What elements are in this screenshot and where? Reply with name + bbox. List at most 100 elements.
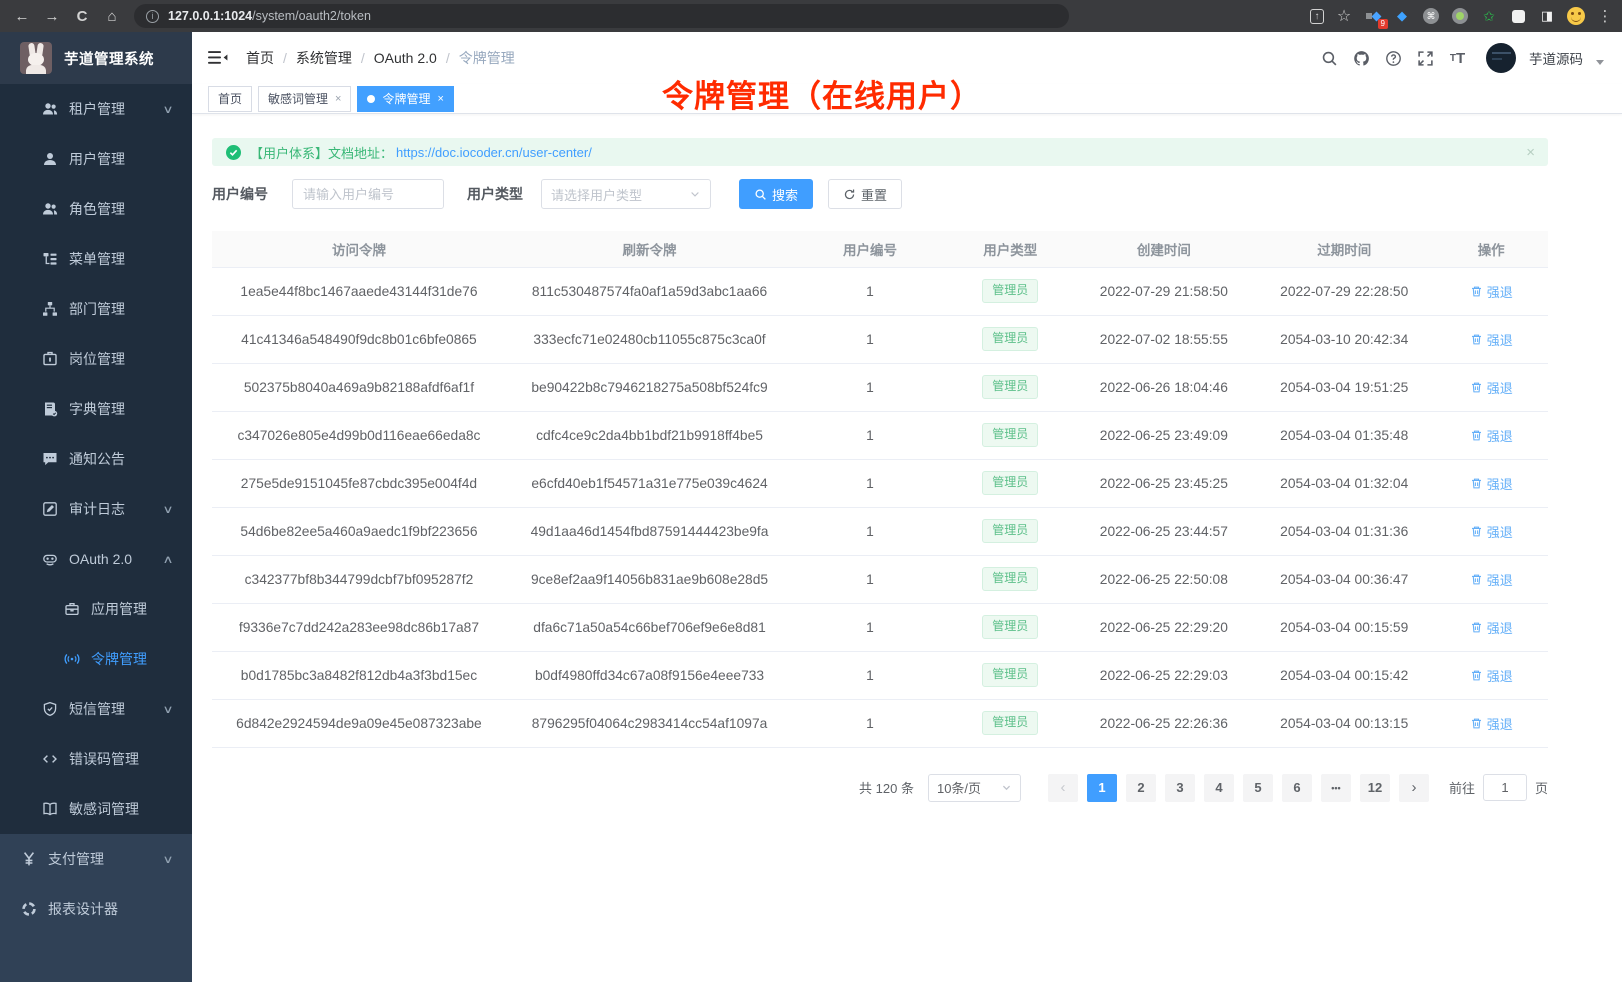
record-extension-icon[interactable]	[1451, 7, 1469, 25]
sidebar-item-role-management[interactable]: 角色管理	[0, 184, 192, 234]
doc-alert: 【用户体系】文档地址： https://doc.iocoder.cn/user-…	[212, 138, 1548, 166]
prev-page-button[interactable]: ‹	[1048, 774, 1078, 802]
yen-icon	[21, 851, 37, 867]
close-icon[interactable]: ×	[335, 93, 341, 105]
sidebar-item-error-code-management[interactable]: 错误码管理	[0, 734, 192, 784]
page-button-6[interactable]: 6	[1282, 774, 1312, 802]
extension-icon[interactable]: 9	[1364, 7, 1382, 25]
breadcrumb-oauth2[interactable]: OAuth 2.0	[374, 50, 437, 66]
user-type-cell: 管理员	[947, 699, 1074, 747]
sidebar-item-app-management[interactable]: 应用管理	[0, 584, 192, 634]
help-icon[interactable]	[1384, 49, 1403, 68]
table-row: 54d6be82ee5a460a9aedc1f9bf22365649d1aa46…	[212, 507, 1548, 555]
create-time-cell: 2022-06-25 23:49:09	[1074, 411, 1254, 459]
alert-close-icon[interactable]: ×	[1526, 144, 1535, 161]
sidebar-item-post-management[interactable]: 岗位管理	[0, 334, 192, 384]
force-logout-button[interactable]: 强退	[1470, 522, 1513, 541]
sidebar-submenu: 租户管理∨ 用户管理角色管理菜单管理部门管理岗位管理字典管理通知公告审计日志∨OA…	[0, 84, 192, 834]
sidebar-item-audit-log[interactable]: 审计日志∨	[0, 484, 192, 534]
star-extension-icon[interactable]: ✩	[1480, 7, 1498, 25]
bookmark-star-icon[interactable]: ☆	[1335, 7, 1353, 25]
sidebar-item-sensitive-word-management[interactable]: 敏感词管理	[0, 784, 192, 834]
browser-home-button[interactable]: ⌂	[98, 4, 126, 28]
id-card-icon	[42, 351, 58, 367]
sidebar-item-report-designer[interactable]: 报表设计器	[0, 884, 192, 934]
sidebar-item-oauth2[interactable]: OAuth 2.0∧	[0, 534, 192, 584]
close-icon[interactable]: ×	[437, 93, 443, 105]
create-time-cell: 2022-06-25 22:50:08	[1074, 555, 1254, 603]
username[interactable]: 芋道源码	[1529, 48, 1583, 68]
app-logo[interactable]: 芋道管理系统	[0, 32, 192, 84]
puzzle-extensions-icon[interactable]	[1509, 7, 1527, 25]
force-logout-button[interactable]: 强退	[1470, 714, 1513, 733]
sidebar-item-user-management[interactable]: 用户管理	[0, 134, 192, 184]
table-row: 275e5de9151045fe87cbdc395e004f4de6cfd40e…	[212, 459, 1548, 507]
sidebar-item-token-management[interactable]: 令牌管理	[0, 634, 192, 684]
open-book-icon	[42, 801, 58, 817]
user-type-select[interactable]: 请选择用户类型	[541, 179, 711, 209]
next-page-button[interactable]: ›	[1399, 774, 1429, 802]
tab-home[interactable]: 首页	[208, 86, 252, 112]
action-cell: 强退	[1434, 507, 1548, 555]
sidebar-item-payment-management[interactable]: 支付管理∨	[0, 834, 192, 884]
sidebar-item-menu-management[interactable]: 菜单管理	[0, 234, 192, 284]
breadcrumb-system[interactable]: 系统管理	[296, 48, 352, 68]
sidebar-item-label: 角色管理	[69, 199, 125, 219]
edit-square-icon	[42, 501, 58, 517]
search-button[interactable]: 搜索	[739, 179, 813, 209]
browser-menu-icon[interactable]: ⋮	[1596, 7, 1614, 25]
pager-ellipsis[interactable]: •••	[1321, 774, 1351, 802]
command-extension-icon[interactable]: ⌘	[1422, 7, 1440, 25]
sidebar-item-dict-management[interactable]: 字典管理	[0, 384, 192, 434]
access-token-cell: b0d1785bc3a8482f812db4a3f3bd15ec	[212, 651, 506, 699]
page-button-2[interactable]: 2	[1126, 774, 1156, 802]
tab-sensitive-word[interactable]: 敏感词管理×	[258, 86, 351, 112]
browser-forward-button[interactable]: →	[38, 4, 66, 28]
browser-back-button[interactable]: ←	[8, 4, 36, 28]
profile-avatar[interactable]	[1567, 7, 1585, 25]
force-logout-button[interactable]: 强退	[1470, 618, 1513, 637]
page-button-12[interactable]: 12	[1360, 774, 1390, 802]
url-host: 127.0.0.1:1024	[168, 9, 252, 23]
page-button-5[interactable]: 5	[1243, 774, 1273, 802]
share-icon[interactable]: ↑	[1310, 9, 1324, 24]
force-logout-button[interactable]: 强退	[1470, 474, 1513, 493]
browser-reload-button[interactable]: C	[68, 4, 96, 28]
sidebar-item-notice-announcement[interactable]: 通知公告	[0, 434, 192, 484]
force-logout-button[interactable]: 强退	[1470, 426, 1513, 445]
font-size-icon[interactable]: TT	[1448, 49, 1467, 68]
fullscreen-icon[interactable]	[1416, 49, 1435, 68]
page-button-1[interactable]: 1	[1087, 774, 1117, 802]
force-logout-button[interactable]: 强退	[1470, 330, 1513, 349]
goto-page-input[interactable]	[1483, 774, 1527, 801]
search-icon[interactable]	[1320, 49, 1339, 68]
sidebar-fold-icon[interactable]	[208, 49, 228, 67]
address-bar[interactable]: i 127.0.0.1:1024/system/oauth2/token	[134, 4, 1069, 28]
sidebar-item-label: 报表设计器	[48, 899, 118, 919]
force-logout-button[interactable]: 强退	[1470, 282, 1513, 301]
force-logout-button[interactable]: 强退	[1470, 378, 1513, 397]
gem-extension-icon[interactable]: ◆	[1393, 7, 1411, 25]
github-icon[interactable]	[1352, 49, 1371, 68]
page-button-3[interactable]: 3	[1165, 774, 1195, 802]
sidebar-item-dept-management[interactable]: 部门管理	[0, 284, 192, 334]
force-logout-button[interactable]: 强退	[1470, 666, 1513, 685]
people-icon	[42, 101, 58, 117]
user-id-input[interactable]	[292, 179, 444, 209]
page-size-select[interactable]: 10条/页	[928, 774, 1021, 802]
user-avatar[interactable]	[1486, 43, 1516, 73]
sidebar-item-sms-management[interactable]: 短信管理∨	[0, 684, 192, 734]
site-info-icon[interactable]: i	[146, 10, 159, 23]
table-header-row: 访问令牌刷新令牌用户编号用户类型创建时间过期时间操作	[212, 231, 1548, 267]
doc-link[interactable]: https://doc.iocoder.cn/user-center/	[396, 145, 592, 160]
side-panel-icon[interactable]: ◨	[1538, 7, 1556, 25]
page-button-4[interactable]: 4	[1204, 774, 1234, 802]
sidebar-item-label: 用户管理	[69, 149, 125, 169]
sidebar-item-tenant-management[interactable]: 租户管理∨	[0, 84, 192, 134]
reset-button[interactable]: 重置	[828, 179, 902, 209]
table-row: c347026e805e4d99b0d116eae66eda8ccdfc4ce9…	[212, 411, 1548, 459]
tab-token-management[interactable]: 令牌管理×	[357, 86, 453, 112]
breadcrumb-home[interactable]: 首页	[246, 48, 274, 68]
chevron-down-icon[interactable]	[1596, 60, 1604, 65]
force-logout-button[interactable]: 强退	[1470, 570, 1513, 589]
